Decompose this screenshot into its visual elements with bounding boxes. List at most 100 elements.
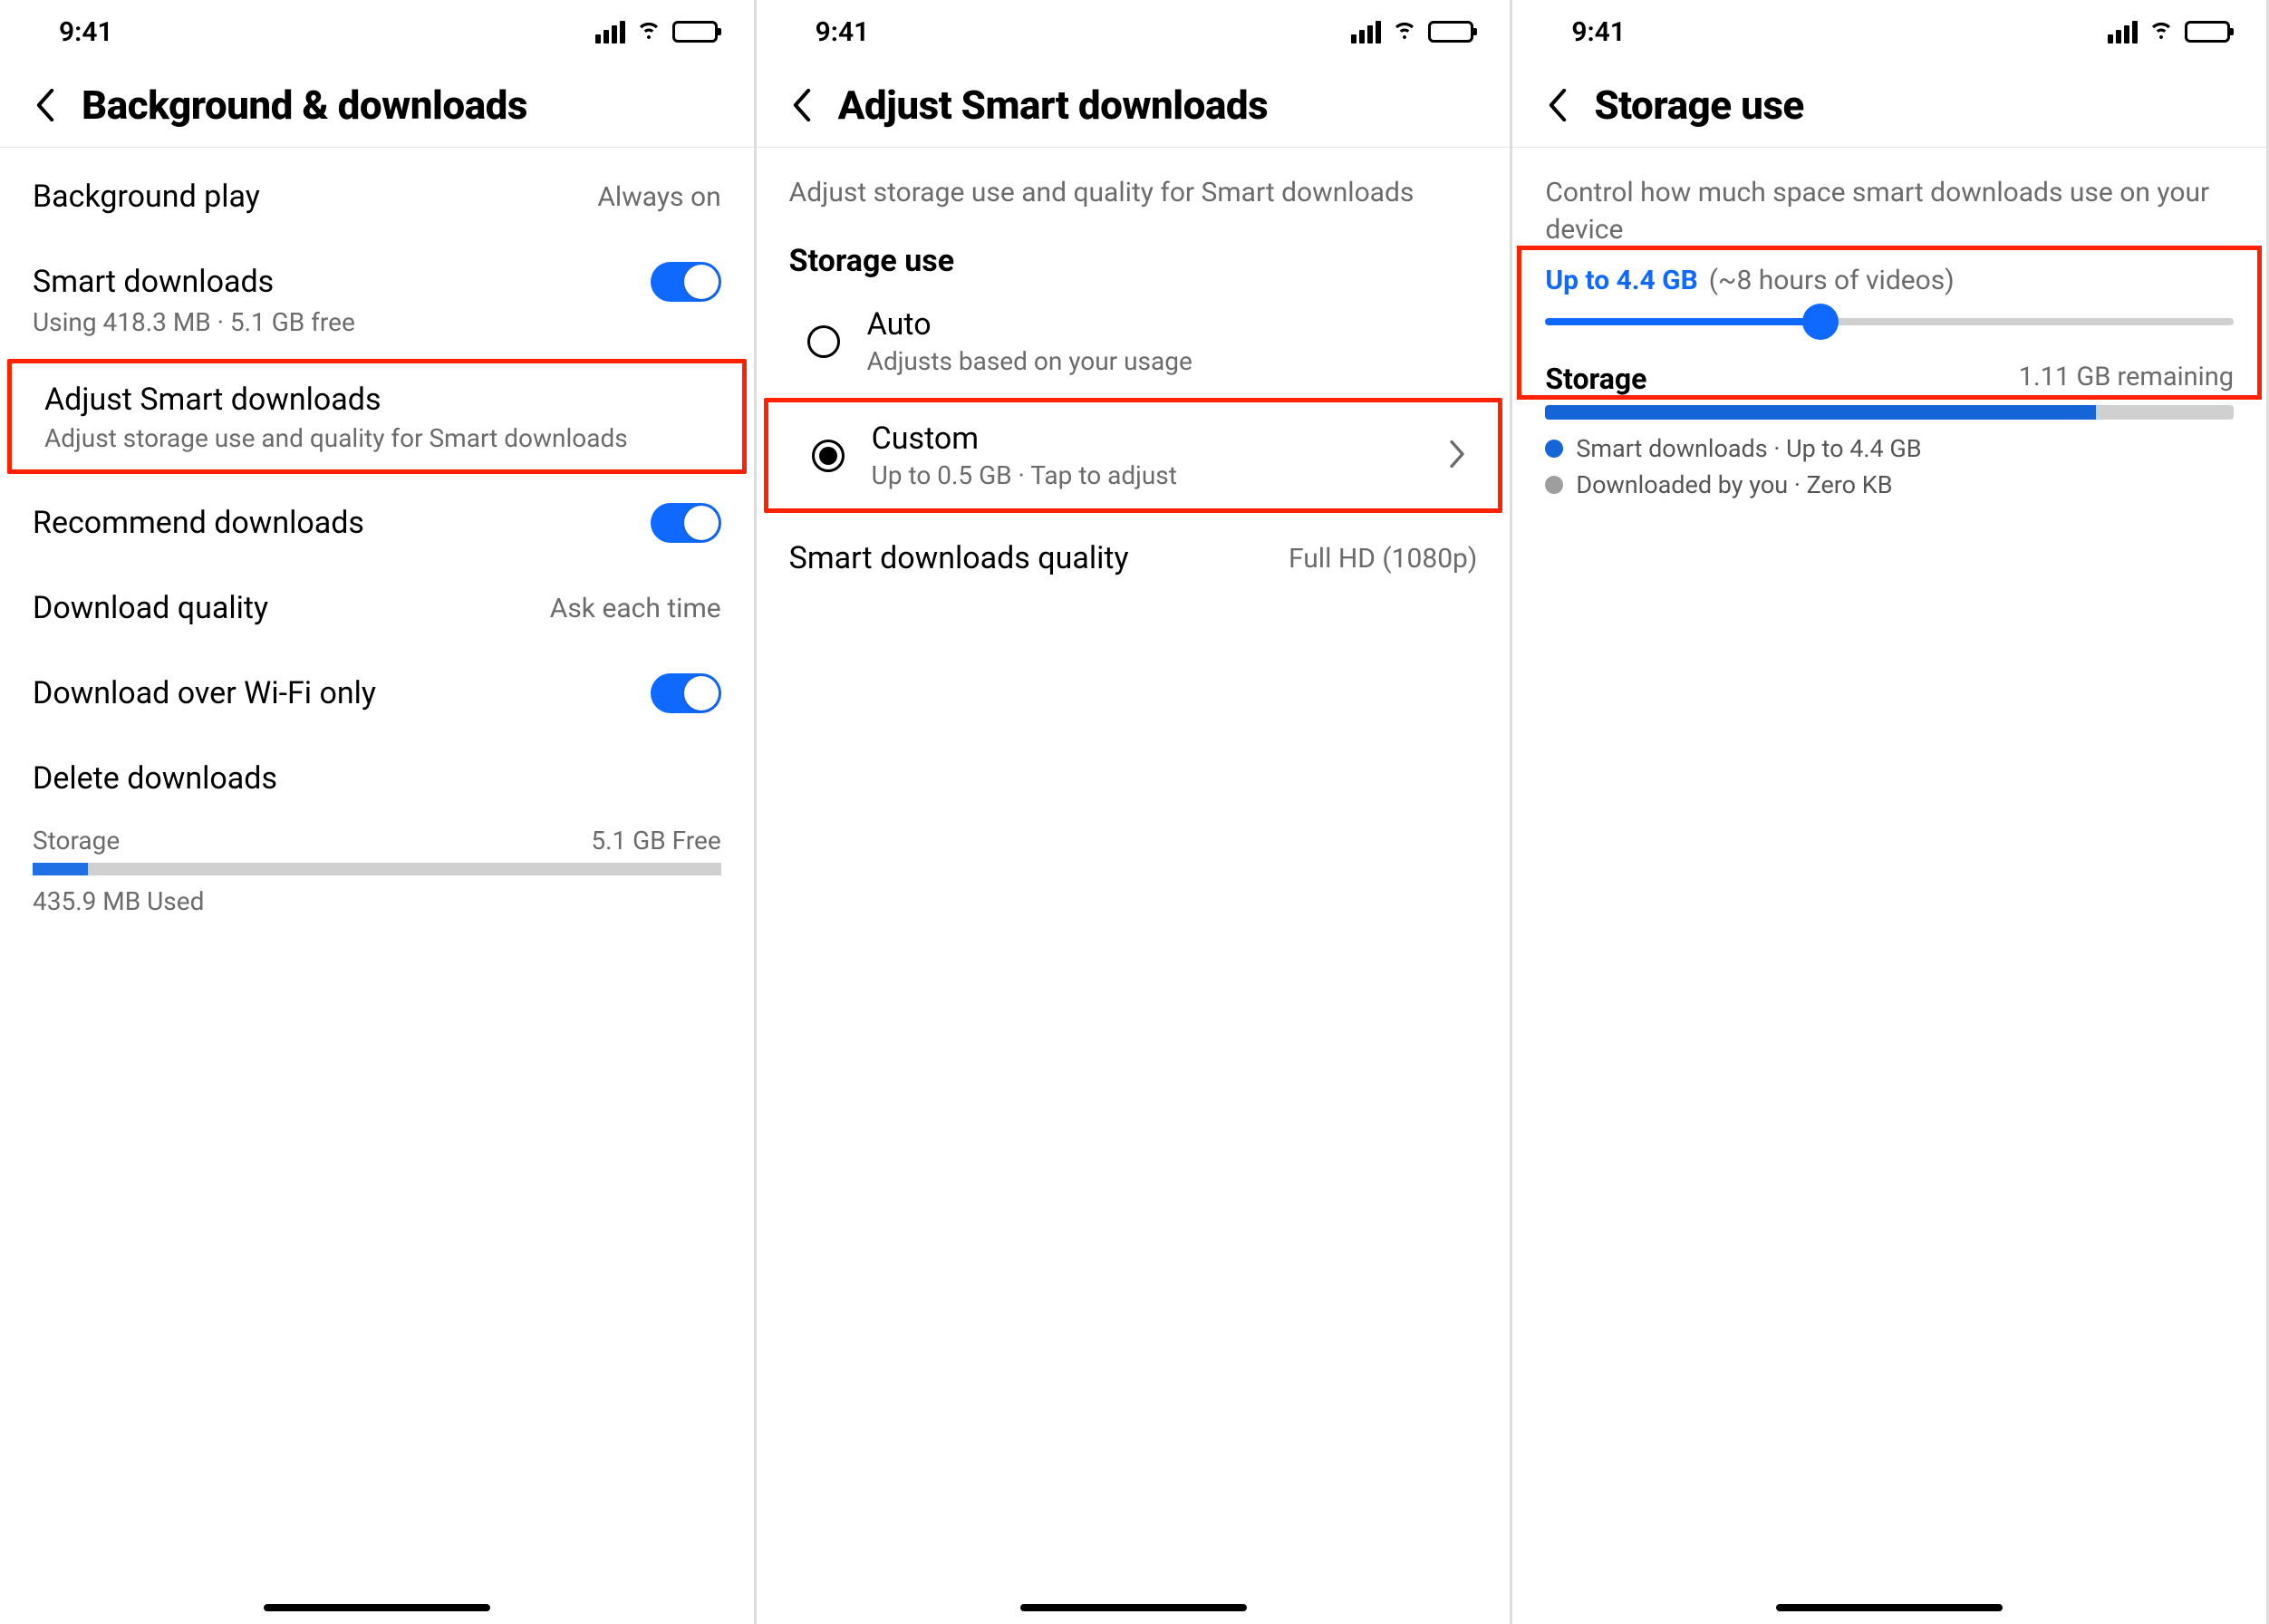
row-delete-downloads[interactable]: Delete downloads — [0, 737, 754, 820]
radio-sub: Adjusts based on your usage — [867, 346, 1478, 376]
back-button[interactable] — [784, 87, 820, 123]
status-time: 9:41 — [816, 16, 870, 48]
radio-icon-selected — [812, 440, 845, 472]
row-label: Download quality — [33, 590, 268, 626]
radio-label: Auto — [867, 306, 1478, 343]
dot-icon — [1545, 476, 1563, 494]
cellular-signal-icon — [2108, 21, 2138, 44]
page-title: Adjust Smart downloads — [838, 82, 1269, 129]
row-label: Recommend downloads — [33, 505, 364, 541]
smart-downloads-toggle[interactable] — [651, 262, 721, 302]
radio-label: Custom — [872, 420, 1423, 457]
storage-bar — [1545, 405, 2234, 420]
storage-remaining: 1.11 GB remaining — [2019, 362, 2234, 396]
radio-sub: Up to 0.5 GB · Tap to adjust — [872, 460, 1423, 490]
screen-adjust-smart-downloads: 9:41 Adjust Smart downloads Adjust stora… — [757, 0, 1513, 1624]
header: Storage use — [1512, 63, 2266, 148]
wifi-icon — [634, 14, 663, 50]
row-smart-downloads[interactable]: Smart downloads — [0, 238, 754, 307]
up-to-line: Up to 4.4 GB (~8 hours of videos) — [1512, 261, 2266, 296]
cellular-signal-icon — [595, 21, 625, 44]
storage-bar-fill — [1545, 405, 2096, 420]
description: Control how much space smart downloads u… — [1512, 155, 2266, 261]
radio-auto[interactable]: Auto Adjusts based on your usage — [757, 288, 1511, 394]
wifi-icon — [2147, 14, 2176, 50]
page-title: Storage use — [1594, 82, 1803, 129]
row-label: Smart downloads — [33, 264, 274, 300]
storage-legend: Smart downloads · Up to 4.4 GB Downloade… — [1512, 429, 2266, 505]
row-label: Delete downloads — [33, 760, 277, 797]
settings-list: Background play Always on Smart download… — [0, 148, 754, 923]
chevron-right-icon — [1449, 440, 1465, 471]
legend-downloaded-by-you: Downloaded by you · Zero KB — [1545, 470, 2234, 499]
chevron-left-icon — [792, 89, 812, 121]
status-bar: 9:41 — [757, 0, 1511, 63]
row-background-play[interactable]: Background play Always on — [0, 155, 754, 238]
screen-background-downloads: 9:41 Background & downloads Background p… — [0, 0, 757, 1624]
row-value: Ask each time — [550, 593, 721, 624]
status-bar: 9:41 — [1512, 0, 2266, 63]
home-indicator[interactable] — [1020, 1604, 1247, 1611]
storage-label: Storage — [1545, 362, 1646, 396]
wifi-icon — [1390, 14, 1419, 50]
home-indicator[interactable] — [264, 1604, 490, 1611]
legend-text: Smart downloads · Up to 4.4 GB — [1576, 434, 1921, 463]
status-time: 9:41 — [1571, 16, 1626, 48]
row-download-quality[interactable]: Download quality Ask each time — [0, 566, 754, 650]
storage-bar — [33, 863, 721, 875]
wifi-only-toggle[interactable] — [651, 673, 721, 713]
row-download-wifi-only[interactable]: Download over Wi-Fi only — [0, 650, 754, 737]
chevron-left-icon — [1548, 89, 1568, 121]
row-value: Always on — [597, 181, 720, 213]
slider-fill — [1545, 318, 1820, 325]
storage-label: Storage — [33, 826, 120, 856]
header: Adjust Smart downloads — [757, 63, 1511, 148]
status-icons — [595, 14, 718, 50]
status-bar: 9:41 — [0, 0, 754, 63]
row-smart-downloads-quality[interactable]: Smart downloads quality Full HD (1080p) — [757, 517, 1511, 600]
legend-text: Downloaded by you · Zero KB — [1576, 470, 1892, 499]
section-storage-use: Storage use — [757, 218, 1511, 288]
settings-list: Adjust storage use and quality for Smart… — [757, 148, 1511, 607]
adjust-sub: Adjust storage use and quality for Smart… — [44, 423, 628, 453]
up-to-detail: (~8 hours of videos) — [1709, 265, 1955, 296]
up-to-value: Up to 4.4 GB — [1545, 265, 1697, 296]
back-button[interactable] — [27, 87, 63, 123]
battery-icon — [2185, 21, 2230, 43]
chevron-left-icon — [35, 89, 55, 121]
row-label: Smart downloads quality — [789, 540, 1129, 576]
highlight-adjust-smart-downloads: Adjust Smart downloads Adjust storage us… — [7, 359, 747, 474]
storage-used: 435.9 MB Used — [33, 886, 721, 916]
screen-storage-use: 9:41 Storage use Control how much space … — [1512, 0, 2269, 1624]
slider-track — [1545, 318, 2234, 325]
status-icons — [1351, 14, 1473, 50]
back-button[interactable] — [1540, 87, 1576, 123]
home-indicator[interactable] — [1776, 1604, 2003, 1611]
row-adjust-smart-downloads[interactable]: Adjust Smart downloads — [12, 363, 742, 423]
battery-icon — [672, 21, 718, 43]
row-value: Full HD (1080p) — [1289, 543, 1477, 575]
header: Background & downloads — [0, 63, 754, 148]
status-time: 9:41 — [59, 16, 113, 48]
status-icons — [2108, 14, 2230, 50]
page-title: Background & downloads — [82, 82, 527, 129]
radio-custom[interactable]: Custom Up to 0.5 GB · Tap to adjust — [768, 402, 1499, 508]
storage-bar-fill — [33, 863, 88, 875]
settings-list: Control how much space smart downloads u… — [1512, 148, 2266, 512]
row-label: Background play — [33, 179, 260, 215]
row-recommend-downloads[interactable]: Recommend downloads — [0, 479, 754, 566]
legend-smart-downloads: Smart downloads · Up to 4.4 GB — [1545, 434, 2234, 463]
storage-free: 5.1 GB Free — [591, 826, 720, 856]
smart-downloads-sub: Using 418.3 MB · 5.1 GB free — [33, 307, 355, 337]
radio-icon — [807, 325, 840, 358]
storage-header: Storage 1.11 GB remaining — [1512, 362, 2266, 396]
storage-summary: Storage 5.1 GB Free 435.9 MB Used — [0, 826, 754, 916]
dot-icon — [1545, 440, 1563, 458]
recommend-toggle[interactable] — [651, 503, 721, 543]
slider-thumb[interactable] — [1802, 304, 1839, 340]
row-label: Download over Wi-Fi only — [33, 675, 376, 711]
intro-text: Adjust storage use and quality for Smart… — [757, 155, 1511, 218]
battery-icon — [1428, 21, 1473, 43]
highlight-custom: Custom Up to 0.5 GB · Tap to adjust — [764, 398, 1503, 513]
storage-slider[interactable] — [1512, 296, 2266, 353]
